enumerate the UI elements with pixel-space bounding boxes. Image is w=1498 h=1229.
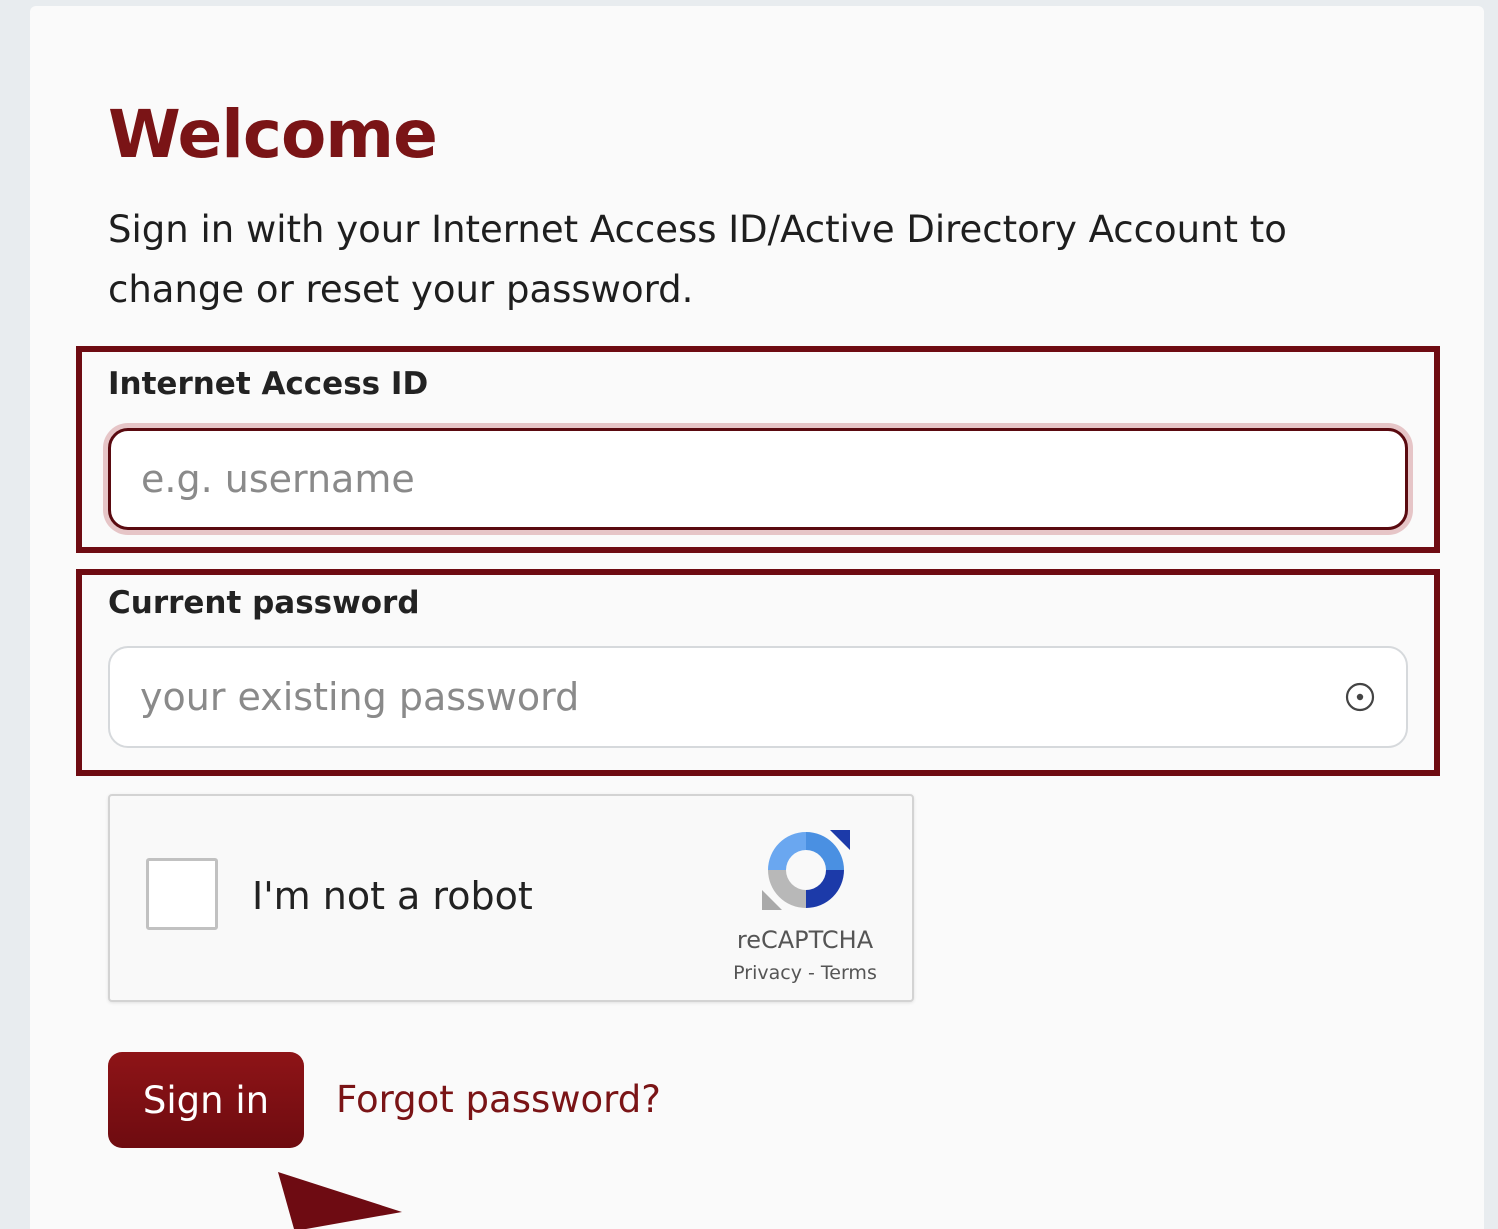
current-password-input[interactable] xyxy=(140,648,1320,746)
recaptcha-links: Privacy - Terms xyxy=(700,962,910,984)
forgot-password-link[interactable]: Forgot password? xyxy=(336,1078,661,1121)
recaptcha-label: I'm not a robot xyxy=(252,874,533,918)
recaptcha-widget: I'm not a robot reCAPTCHA Privacy - Term… xyxy=(108,794,914,1002)
intro-text: Sign in with your Internet Access ID/Act… xyxy=(108,208,1287,311)
show-password-icon[interactable] xyxy=(1344,681,1376,713)
internet-access-id-input[interactable] xyxy=(141,431,1321,527)
password-field-label: Current password xyxy=(108,585,420,621)
password-input-container xyxy=(108,646,1408,748)
id-field-label: Internet Access ID xyxy=(108,366,429,402)
recaptcha-brand: reCAPTCHA xyxy=(736,926,874,954)
recaptcha-checkbox[interactable] xyxy=(146,858,218,930)
pointer-arrow-icon xyxy=(278,1172,402,1229)
page: Welcome Sign in with your Internet Acces… xyxy=(0,0,1498,1229)
recaptcha-privacy-link[interactable]: Privacy xyxy=(733,962,802,984)
recaptcha-logo-icon xyxy=(762,830,850,910)
recaptcha-terms-link[interactable]: Terms xyxy=(821,962,877,984)
page-title: Welcome xyxy=(108,96,438,173)
recaptcha-link-separator: - xyxy=(801,962,821,984)
sign-in-button[interactable]: Sign in xyxy=(108,1052,304,1148)
id-input-container xyxy=(108,428,1408,530)
